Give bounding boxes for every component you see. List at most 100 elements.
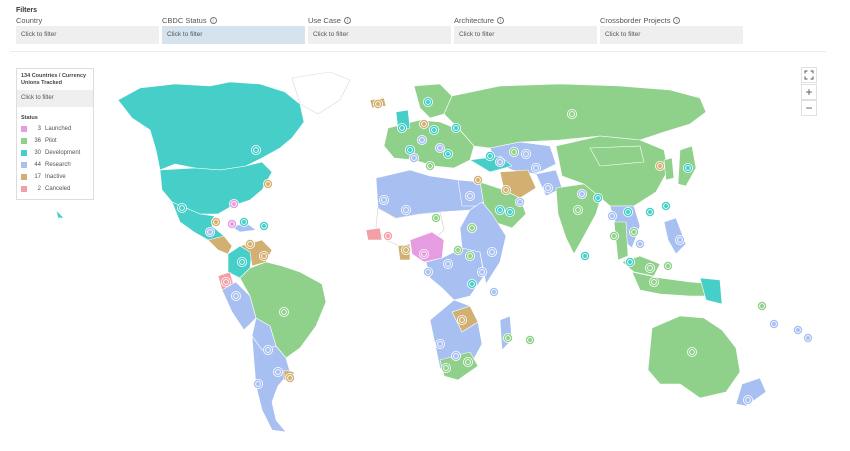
country-marker-research[interactable] xyxy=(521,148,532,159)
country-marker-development[interactable] xyxy=(466,278,477,289)
country-marker-pilot[interactable] xyxy=(609,230,620,241)
country-marker-research[interactable] xyxy=(486,246,497,257)
region-korea[interactable] xyxy=(663,157,675,181)
country-marker-pilot[interactable] xyxy=(687,346,698,357)
region-madagascar[interactable] xyxy=(499,315,513,351)
legend-item-inactive[interactable]: 17 Inactive xyxy=(17,171,93,183)
country-marker-launched[interactable] xyxy=(226,218,237,229)
country-marker-research[interactable] xyxy=(262,344,273,355)
country-marker-launched[interactable] xyxy=(418,248,429,259)
country-marker-development[interactable] xyxy=(442,148,453,159)
country-marker-research[interactable] xyxy=(400,204,411,215)
country-marker-development[interactable] xyxy=(236,256,247,267)
country-marker-research[interactable] xyxy=(769,318,780,329)
country-marker-research[interactable] xyxy=(272,366,283,377)
country-marker-research[interactable] xyxy=(230,290,241,301)
country-marker-inactive[interactable] xyxy=(500,184,511,195)
world-map[interactable] xyxy=(0,0,850,451)
country-marker-development[interactable] xyxy=(258,220,269,231)
country-marker-research[interactable] xyxy=(488,286,499,297)
country-marker-pilot[interactable] xyxy=(462,356,473,367)
country-marker-research[interactable] xyxy=(422,266,433,277)
country-marker-research[interactable] xyxy=(378,194,389,205)
country-marker-inactive[interactable] xyxy=(284,372,295,383)
country-marker-research[interactable] xyxy=(543,182,554,193)
country-marker-pilot[interactable] xyxy=(567,109,578,120)
country-marker-pilot[interactable] xyxy=(430,212,441,223)
country-marker-research[interactable] xyxy=(416,134,427,145)
region-canada[interactable] xyxy=(117,81,305,171)
country-marker-development[interactable] xyxy=(250,144,261,155)
zoom-in-button[interactable]: + xyxy=(801,84,817,100)
legend-item-launched[interactable]: 3 Launched xyxy=(17,123,93,135)
country-marker-research[interactable] xyxy=(515,196,526,207)
country-marker-inactive[interactable] xyxy=(262,178,273,189)
region-australia[interactable] xyxy=(647,315,741,399)
country-marker-development[interactable] xyxy=(396,123,407,134)
region-hawaii[interactable] xyxy=(55,209,65,219)
country-marker-research[interactable] xyxy=(577,188,588,199)
zoom-out-button[interactable]: − xyxy=(801,100,817,116)
country-marker-pilot[interactable] xyxy=(440,362,451,373)
country-marker-pilot[interactable] xyxy=(508,146,519,157)
country-marker-canceled[interactable] xyxy=(382,230,393,241)
country-marker-research[interactable] xyxy=(252,378,263,389)
region-thailand[interactable] xyxy=(613,221,629,261)
country-marker-pilot[interactable] xyxy=(645,262,656,273)
region-senegal[interactable] xyxy=(365,227,383,241)
country-marker-pilot[interactable] xyxy=(663,260,674,271)
country-marker-pilot[interactable] xyxy=(424,160,435,171)
legend-item-canceled[interactable]: 2 Canceled xyxy=(17,183,93,195)
fullscreen-button[interactable] xyxy=(801,67,817,83)
country-marker-research[interactable] xyxy=(434,338,445,349)
country-marker-inactive[interactable] xyxy=(244,238,255,249)
country-marker-pilot[interactable] xyxy=(629,226,640,237)
country-marker-research[interactable] xyxy=(494,156,505,167)
country-marker-development[interactable] xyxy=(683,162,694,173)
country-marker-research[interactable] xyxy=(675,234,686,245)
country-marker-inactive[interactable] xyxy=(418,119,429,130)
country-marker-research[interactable] xyxy=(464,190,475,201)
country-marker-launched[interactable] xyxy=(228,198,239,209)
country-marker-research[interactable] xyxy=(793,324,804,335)
country-marker-research[interactable] xyxy=(607,210,618,221)
country-marker-inactive[interactable] xyxy=(655,160,666,171)
legend-search-input[interactable]: Click to filter xyxy=(17,90,93,107)
country-marker-pilot[interactable] xyxy=(452,244,463,255)
country-marker-pilot[interactable] xyxy=(525,334,536,345)
country-marker-development[interactable] xyxy=(494,204,505,215)
region-png[interactable] xyxy=(699,277,723,305)
country-marker-research[interactable] xyxy=(635,238,646,249)
country-marker-development[interactable] xyxy=(661,200,672,211)
country-marker-research[interactable] xyxy=(531,162,542,173)
country-marker-development[interactable] xyxy=(625,256,636,267)
country-marker-development[interactable] xyxy=(176,202,187,213)
country-marker-development[interactable] xyxy=(450,123,461,134)
country-marker-research[interactable] xyxy=(442,258,453,269)
country-marker-research[interactable] xyxy=(204,226,215,237)
region-mongolia[interactable] xyxy=(589,145,645,167)
country-marker-inactive[interactable] xyxy=(372,99,383,110)
country-marker-development[interactable] xyxy=(238,216,249,227)
country-marker-research[interactable] xyxy=(803,332,814,343)
country-marker-research[interactable] xyxy=(743,394,754,405)
country-marker-development[interactable] xyxy=(580,250,591,261)
country-marker-pilot[interactable] xyxy=(649,276,660,287)
country-marker-inactive[interactable] xyxy=(258,250,269,261)
country-marker-inactive[interactable] xyxy=(456,314,467,325)
country-marker-development[interactable] xyxy=(623,206,634,217)
country-marker-pilot[interactable] xyxy=(573,204,584,215)
country-marker-development[interactable] xyxy=(645,206,656,217)
country-marker-pilot[interactable] xyxy=(757,300,768,311)
country-marker-development[interactable] xyxy=(593,192,604,203)
country-marker-inactive[interactable] xyxy=(472,174,483,185)
country-marker-canceled[interactable] xyxy=(220,276,231,287)
country-marker-development[interactable] xyxy=(428,125,439,136)
country-marker-research[interactable] xyxy=(408,152,419,163)
country-marker-inactive[interactable] xyxy=(400,244,411,255)
country-marker-development[interactable] xyxy=(422,97,433,108)
country-marker-research[interactable] xyxy=(476,266,487,277)
legend-item-research[interactable]: 44 Research xyxy=(17,159,93,171)
legend-item-development[interactable]: 30 Development xyxy=(17,147,93,159)
legend-item-pilot[interactable]: 36 Pilot xyxy=(17,135,93,147)
